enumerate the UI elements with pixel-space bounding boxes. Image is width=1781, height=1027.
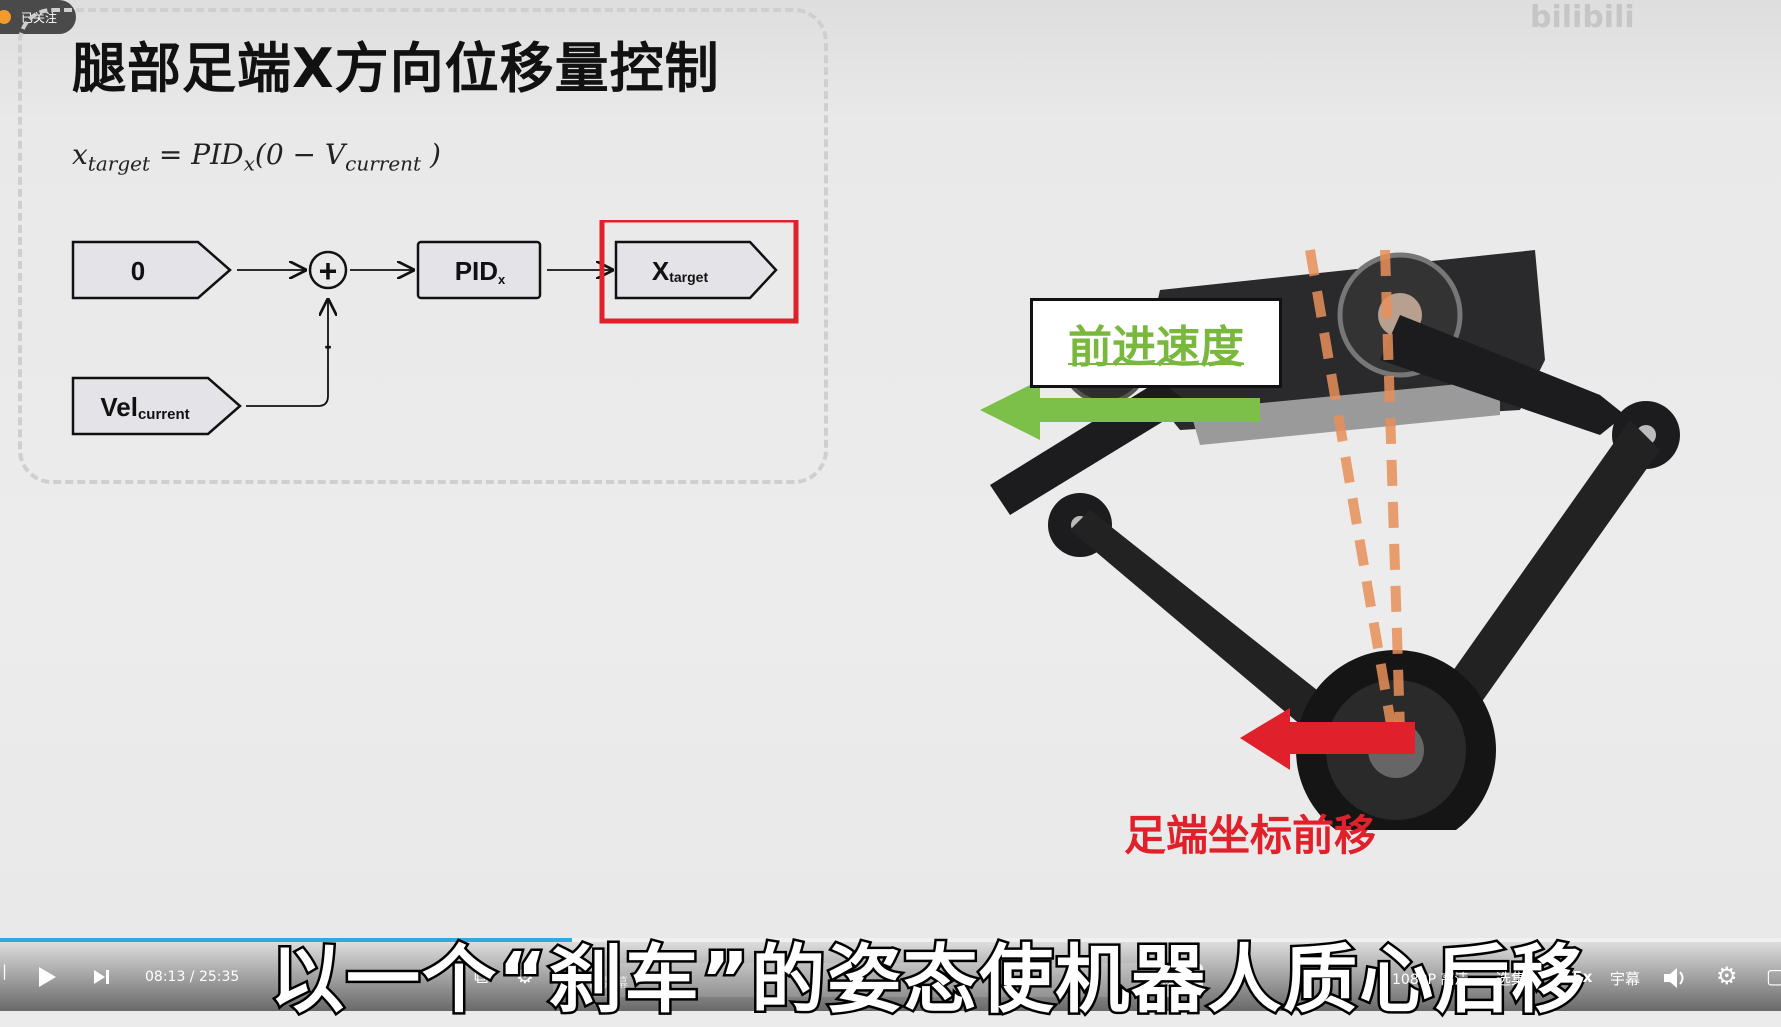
formula: xtarget = PIDx(0 − Vcurrent ) (72, 138, 441, 176)
channel-logo-icon (0, 10, 11, 24)
forward-speed-label: 前进速度 (1030, 298, 1282, 388)
formula-lhs-sub: target (87, 151, 150, 176)
time-total: 25:35 (198, 969, 240, 985)
time-display: 08:13 / 25:35 (145, 969, 239, 985)
settings-gear-icon[interactable]: ⚙ (1716, 962, 1738, 990)
time-separator: / (185, 969, 199, 985)
sum-symbol: + (319, 253, 338, 289)
formula-close: ) (421, 138, 441, 171)
block-zero (71, 240, 232, 300)
prev-edge-icon[interactable]: | (2, 962, 7, 980)
formula-v-sub: current (345, 151, 422, 176)
episodes-button[interactable]: 选集 (1496, 968, 1526, 989)
speed-button[interactable]: 1.5x (1556, 968, 1592, 986)
control-block-diagram: 0 + PIDx Xtarget Velcurrent - (71, 220, 799, 436)
formula-pid-sub: x (243, 151, 255, 176)
slide-title: 腿部足端X方向位移量控制 (72, 37, 720, 100)
formula-open: (0 − V (254, 138, 346, 171)
volume-icon[interactable] (1662, 966, 1688, 990)
fullscreen-icon[interactable]: ▢ (1766, 964, 1781, 988)
bilibili-watermark: bilibili (1530, 0, 1635, 35)
block-zero-label: 0 (131, 256, 145, 286)
play-icon[interactable] (36, 965, 58, 989)
formula-eq: = PID (150, 138, 244, 171)
quality-button[interactable]: 1080P 高清 (1392, 969, 1469, 989)
minus-sign: - (324, 333, 331, 358)
forward-speed-text: 前进速度 (1068, 322, 1244, 373)
captions-button[interactable]: 宇幕 (1610, 968, 1640, 989)
time-current: 08:13 (145, 969, 186, 985)
next-icon[interactable] (92, 968, 112, 986)
video-frame[interactable]: bilibili 已关注 腿部足端X方向位移量控制 xtarget = PIDx… (0, 0, 1781, 1026)
formula-lhs: x (72, 138, 88, 171)
foot-forward-label: 足端坐标前移 (1124, 811, 1377, 860)
